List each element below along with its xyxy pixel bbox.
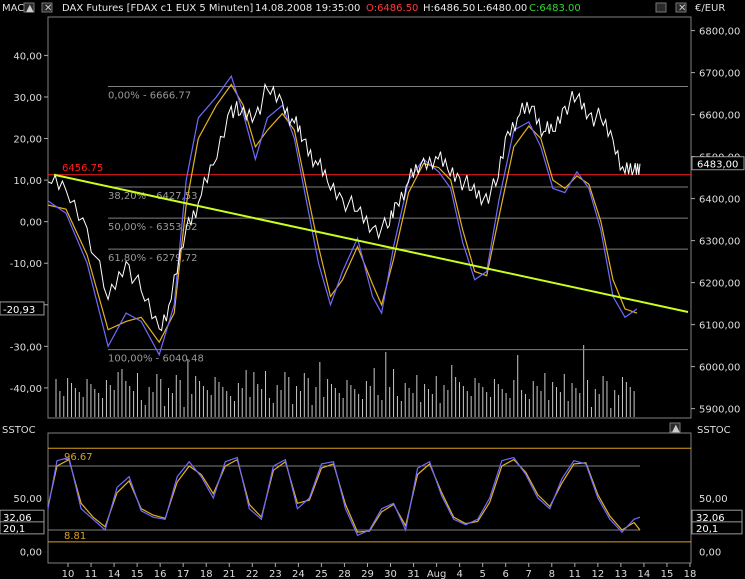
stoch-left-tick-label: 0,00 xyxy=(20,547,42,558)
instrument-title: DAX Futures [FDAX c1 EUX 5 Minuten] xyxy=(62,3,253,14)
last-price-badge: 6483,00 xyxy=(697,160,738,171)
macd-tick-label: 10,00 xyxy=(13,176,42,187)
date-tick-label: 28 xyxy=(338,569,351,579)
fib-level-label: 100,00% - 6040.48 xyxy=(108,354,204,365)
date-tick-label: 17 xyxy=(177,569,190,579)
maximize-button[interactable] xyxy=(655,2,667,13)
bar-datetime: 14.08.2008 19:35:00 xyxy=(255,3,360,14)
macd-badge: -20,93 xyxy=(3,305,35,316)
close-value: C:6483.00 xyxy=(529,3,581,14)
date-tick-label: 14 xyxy=(638,569,651,579)
currency-label: €/EUR xyxy=(695,3,725,14)
date-tick-label: 12 xyxy=(591,569,604,579)
price-tick-label: 6100,00 xyxy=(699,321,740,332)
open-value: O:6486.50 xyxy=(366,3,418,14)
date-tick-label: 11 xyxy=(85,569,98,579)
high-value: H:6486.50 xyxy=(423,3,475,14)
date-tick-label: 16 xyxy=(154,569,167,579)
reference-level-label: 6456.75 xyxy=(62,163,103,174)
price-axis: 6800,006700,006600,006500,006400,006300,… xyxy=(691,27,740,416)
date-tick-label: 23 xyxy=(269,569,282,579)
price-tick-label: 6800,00 xyxy=(699,27,740,38)
price-tick-label: 5900,00 xyxy=(699,405,740,416)
price-tick-label: 6200,00 xyxy=(699,279,740,290)
chart-header: MACD ▲ ✕ DAX Futures [FDAX c1 EUX 5 Minu… xyxy=(0,0,745,15)
date-tick-label: 13 xyxy=(615,569,628,579)
stoch-lower-level-label: 8.81 xyxy=(64,531,86,542)
date-tick-label: Aug xyxy=(427,569,447,579)
date-tick-label: 8 xyxy=(549,569,555,579)
date-tick-label: 29 xyxy=(361,569,374,579)
macd-tick-label: 20,00 xyxy=(13,135,42,146)
macd-tick-label: 0,00 xyxy=(20,218,42,229)
date-tick-label: 30 xyxy=(384,569,397,579)
date-tick-label: 31 xyxy=(407,569,420,579)
stoch-right-badge2: 20,1 xyxy=(696,524,718,535)
collapse-lower-icon: ▲ xyxy=(672,423,680,434)
macd-tick-label: -10,00 xyxy=(10,259,42,270)
date-tick-label: 5 xyxy=(479,569,485,579)
chart-canvas: MACD ▲ ✕ DAX Futures [FDAX c1 EUX 5 Minu… xyxy=(0,0,745,579)
sstoc-left-label: SSTOC xyxy=(2,425,36,436)
price-tick-label: 6300,00 xyxy=(699,237,740,248)
price-tick-label: 6600,00 xyxy=(699,111,740,122)
macd-tick-label: 30,00 xyxy=(13,93,42,104)
date-tick-label: 25 xyxy=(315,569,328,579)
price-tick-label: 6000,00 xyxy=(699,363,740,374)
low-value: L:6480.00 xyxy=(477,3,527,14)
price-tick-label: 6700,00 xyxy=(699,69,740,80)
date-tick-label: 15 xyxy=(661,569,674,579)
date-tick-label: 7 xyxy=(526,569,532,579)
macd-tick-label: -40,00 xyxy=(10,384,42,395)
date-tick-label: 21 xyxy=(223,569,236,579)
date-tick-label: 18 xyxy=(684,569,697,579)
macd-tick-label: -30,00 xyxy=(10,342,42,353)
fib-level-label: 0,00% - 6666.77 xyxy=(108,91,191,102)
close-panel-icon: ✕ xyxy=(678,3,686,14)
date-tick-label: 22 xyxy=(246,569,259,579)
close-x-icon: ✕ xyxy=(44,3,52,14)
date-tick-label: 18 xyxy=(200,569,213,579)
date-tick-label: 4 xyxy=(456,569,462,579)
date-axis: 10 11 14 15 16 17 18 21 22 23 24 25 28 29 30 31 Aug 4 5 6 7 8… xyxy=(62,563,697,579)
collapse-arrow-icon: ▲ xyxy=(26,3,34,14)
date-tick-label: 10 xyxy=(62,569,75,579)
date-tick-label: 15 xyxy=(131,569,144,579)
macd-axis: 40,0030,0020,0010,000,00-10,00-20,00-30,… xyxy=(10,51,48,395)
lower-panel-frame xyxy=(47,432,692,564)
date-tick-label: 11 xyxy=(568,569,581,579)
stoch-right-tick-label: 0,00 xyxy=(699,547,721,558)
date-tick-label: 24 xyxy=(292,569,305,579)
macd-tick-label: 40,00 xyxy=(13,51,42,62)
sstoc-right-label: SSTOC xyxy=(697,425,731,436)
date-tick-label: 14 xyxy=(108,569,121,579)
stoch-left-badge2: 20,1 xyxy=(3,524,25,535)
date-tick-label: 6 xyxy=(503,569,509,579)
fib-level-label: 61,80% - 6279,72 xyxy=(108,253,197,264)
price-tick-label: 6400,00 xyxy=(699,195,740,206)
stoch-left-tick-label: 50,00 xyxy=(13,494,42,505)
stoch-right-tick-label: 50,00 xyxy=(699,494,728,505)
